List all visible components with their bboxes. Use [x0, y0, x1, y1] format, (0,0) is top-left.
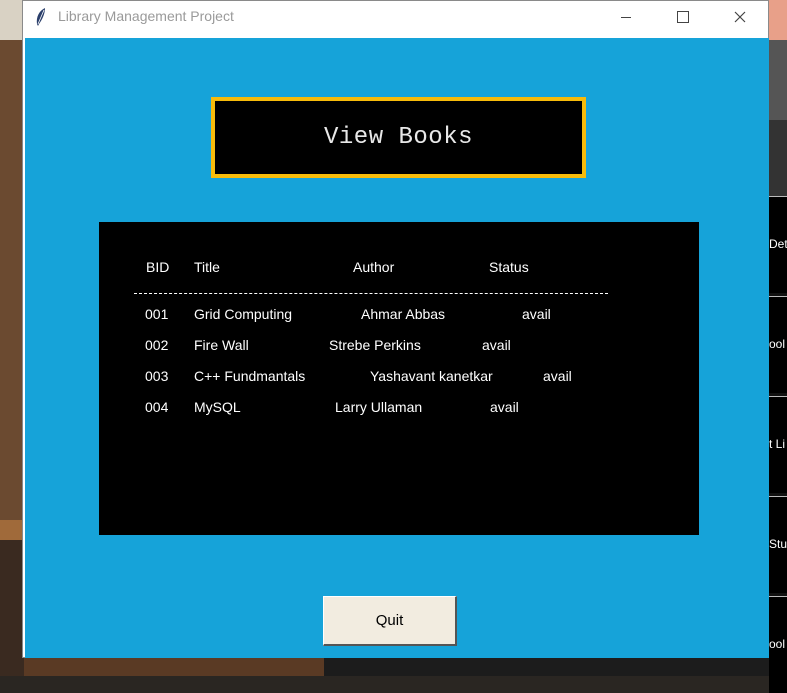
column-header-author: Author — [353, 259, 395, 275]
table-cell-status: avail — [490, 399, 519, 415]
table-cell-author: Larry Ullaman — [335, 399, 423, 415]
table-cell-author: Ahmar Abbas — [361, 306, 446, 322]
table-cell-title: Fire Wall — [194, 337, 249, 353]
close-icon — [734, 11, 746, 23]
app-window: Library Management Project View Books BI… — [22, 0, 769, 658]
window-title: Library Management Project — [58, 8, 234, 24]
heading-frame: View Books — [211, 97, 586, 178]
title-bar[interactable]: Library Management Project — [23, 1, 768, 33]
table-cell-bid: 004 — [145, 399, 169, 415]
column-header-bid: BID — [146, 259, 170, 275]
feather-icon — [36, 8, 45, 26]
table-cell-bid: 001 — [145, 306, 169, 322]
background-window-right: Det ool t Li Stu ool — [769, 0, 787, 693]
table-cell-title: MySQL — [194, 399, 241, 415]
table-cell-status: avail — [482, 337, 511, 353]
maximize-button[interactable] — [660, 1, 706, 33]
background-button[interactable]: Det — [769, 196, 787, 293]
close-button[interactable] — [717, 1, 763, 33]
table-cell-author: Yashavant kanetkar — [370, 368, 493, 384]
quit-button[interactable]: Quit — [323, 596, 457, 646]
header-separator — [134, 293, 608, 294]
page-title: View Books — [323, 124, 474, 151]
books-table: BID Title Author Status 001 Grid Computi… — [99, 222, 699, 535]
table-cell-status: avail — [543, 368, 572, 384]
table-cell-status: avail — [522, 306, 551, 322]
table-cell-bid: 003 — [145, 368, 169, 384]
background-button[interactable]: Stu — [769, 496, 787, 593]
main-panel: View Books BID Title Author Status 001 G… — [25, 38, 769, 658]
minimize-button[interactable] — [603, 1, 649, 33]
maximize-icon — [677, 11, 689, 23]
column-header-title: Title — [194, 259, 220, 275]
desktop-background-left — [0, 0, 24, 676]
background-button[interactable]: ool — [769, 296, 787, 393]
table-cell-bid: 002 — [145, 337, 169, 353]
background-button[interactable]: t Li — [769, 396, 787, 493]
background-button[interactable]: ool — [769, 596, 787, 693]
column-header-status: Status — [489, 259, 529, 275]
table-cell-author: Strebe Perkins — [329, 337, 421, 353]
table-cell-title: Grid Computing — [194, 306, 293, 322]
desktop-background-bottom — [24, 658, 769, 676]
table-cell-title: C++ Fundmantals — [194, 368, 306, 384]
background-photo — [769, 0, 787, 196]
minimize-icon — [621, 16, 631, 18]
